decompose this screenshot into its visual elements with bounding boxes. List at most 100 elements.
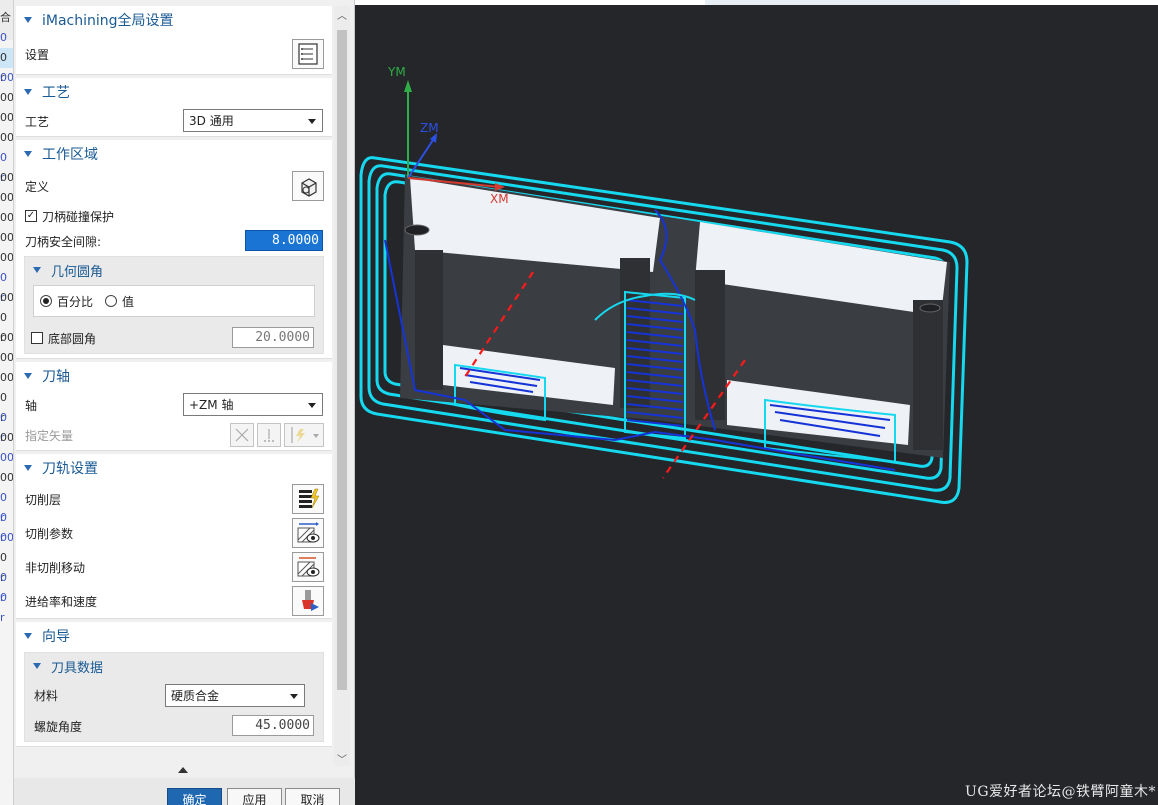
- subgroup-fillet: 几何圆角 百分比 值 底部圆角 20.0000: [24, 256, 324, 354]
- vector-reverse-button[interactable]: [257, 423, 281, 447]
- navigator-row[interactable]: 0 r: [0, 488, 13, 524]
- collapse-dialog-icon[interactable]: [177, 765, 189, 775]
- dialog-panel: iMachining全局设置 设置 工艺 工艺 3D 通用 工作区域 定义 ✓ …: [14, 6, 334, 766]
- vector-dialog-button[interactable]: [230, 423, 254, 447]
- navigator-row[interactable]: 0 r: [0, 388, 13, 424]
- navigator-row[interactable]: 0: [0, 28, 13, 48]
- process-select[interactable]: 3D 通用: [183, 109, 323, 132]
- navigator-row[interactable]: 00: [0, 348, 13, 368]
- section-toolpath-settings: 刀轨设置 切削层 切削参数 非切削移动 进给率和速度: [16, 454, 332, 619]
- section-header-work-area[interactable]: 工作区域: [16, 140, 332, 168]
- section-title-work-area: 工作区域: [42, 147, 98, 163]
- settings-label: 设置: [25, 47, 50, 62]
- navigator-row[interactable]: 00: [0, 188, 13, 208]
- scroll-down-icon[interactable]: ﹀: [334, 750, 350, 766]
- navigator-row[interactable]: 0 r: [0, 408, 13, 444]
- navigator-row[interactable]: 0 r: [0, 308, 13, 344]
- lightning-vector-icon: [291, 427, 319, 443]
- navigator-row[interactable]: 00: [0, 208, 13, 228]
- material-select[interactable]: 硬质合金: [165, 684, 305, 707]
- axis-select[interactable]: +ZM 轴: [183, 393, 323, 416]
- cut-params-button[interactable]: [292, 518, 324, 548]
- navigator-row[interactable]: 00: [0, 368, 13, 388]
- collapse-triangle-icon: [24, 465, 32, 471]
- navigator-row[interactable]: 00: [0, 288, 13, 308]
- navigator-row[interactable]: 0 r: [0, 268, 13, 304]
- graphics-viewport[interactable]: YM ZM XM UG爱好者论坛@铁臂阿童木*: [355, 0, 1158, 805]
- section-global-settings: iMachining全局设置 设置: [16, 6, 332, 75]
- cut-params-label: 切削参数: [25, 526, 74, 541]
- navigator-row[interactable]: 0 r: [0, 568, 13, 604]
- navigator-row[interactable]: 0 r: [0, 588, 13, 624]
- axis-select-value: +ZM 轴: [189, 398, 234, 412]
- navigator-row[interactable]: 0 r: [0, 548, 13, 584]
- radio-value-label: 值: [122, 294, 135, 309]
- section-header-wizard[interactable]: 向导: [16, 622, 332, 650]
- scroll-up-icon[interactable]: ︿: [334, 6, 350, 22]
- section-header-process[interactable]: 工艺: [16, 78, 332, 106]
- section-title-process: 工艺: [42, 85, 70, 101]
- radio-unselected-icon: [105, 295, 118, 307]
- cut-levels-button[interactable]: [292, 484, 324, 514]
- define-area-button[interactable]: [292, 171, 324, 201]
- navigator-row[interactable]: 0 r: [0, 48, 13, 84]
- material-select-value: 硬质合金: [171, 689, 220, 703]
- section-header-global[interactable]: iMachining全局设置: [16, 6, 332, 34]
- settings-list-icon: [298, 43, 318, 65]
- holder-collision-checkbox[interactable]: ✓: [25, 210, 37, 222]
- reverse-direction-icon: [264, 429, 274, 442]
- section-title-tool-axis: 刀轴: [42, 369, 70, 385]
- axis-label-x: XM: [490, 192, 509, 206]
- ok-button[interactable]: 确定: [167, 788, 222, 805]
- section-header-tool-axis[interactable]: 刀轴: [16, 362, 332, 390]
- dialog-scrollbar[interactable]: ︿ ﹀: [334, 6, 350, 766]
- navigator-row[interactable]: 00: [0, 108, 13, 128]
- navigator-row[interactable]: 00: [0, 88, 13, 108]
- process-select-value: 3D 通用: [189, 114, 234, 128]
- radio-percent[interactable]: 百分比: [40, 293, 93, 310]
- helix-angle-input[interactable]: 45.0000: [232, 715, 314, 736]
- apply-button[interactable]: 应用: [227, 788, 282, 805]
- subgroup-header-tool-data[interactable]: 刀具数据: [25, 653, 323, 679]
- chevron-down-icon: [290, 694, 298, 699]
- navigator-row[interactable]: 00: [0, 68, 13, 88]
- collapse-triangle-icon: [33, 663, 41, 669]
- axis-label-z: ZM: [420, 121, 439, 135]
- navigator-row[interactable]: 00: [0, 128, 13, 148]
- navigator-row[interactable]: 00: [0, 168, 13, 188]
- navigator-row[interactable]: 合: [0, 8, 13, 28]
- navigator-row[interactable]: 00: [0, 248, 13, 268]
- define-label: 定义: [25, 179, 50, 194]
- subgroup-header-fillet[interactable]: 几何圆角: [25, 257, 323, 283]
- cancel-button[interactable]: 取消: [285, 788, 340, 805]
- non-cut-moves-eye-icon: [297, 557, 320, 577]
- navigator-row[interactable]: 00: [0, 328, 13, 348]
- bottom-fillet-input[interactable]: 20.0000: [232, 327, 314, 348]
- section-header-toolpath[interactable]: 刀轨设置: [16, 454, 332, 482]
- scrollbar-thumb[interactable]: [337, 30, 347, 690]
- holder-clearance-input[interactable]: 8.0000: [245, 230, 323, 251]
- feeds-speeds-button[interactable]: [292, 586, 324, 616]
- fillet-mode-radio-group: 百分比 值: [33, 285, 315, 317]
- cut-levels-label: 切削层: [25, 492, 62, 507]
- navigator-row[interactable]: 00: [0, 448, 13, 468]
- settings-button[interactable]: [292, 39, 324, 69]
- non-cut-moves-button[interactable]: [292, 552, 324, 582]
- collapse-triangle-icon: [24, 17, 32, 23]
- navigator-row[interactable]: 00: [0, 468, 13, 488]
- navigator-row[interactable]: 00: [0, 228, 13, 248]
- collapse-triangle-icon: [24, 151, 32, 157]
- navigator-row[interactable]: 00: [0, 428, 13, 448]
- vector-arrows-icon: [235, 428, 249, 442]
- chevron-down-icon: [308, 119, 316, 124]
- vector-inference-select[interactable]: [284, 423, 324, 447]
- section-title-wizard: 向导: [42, 629, 70, 645]
- radio-value[interactable]: 值: [105, 293, 134, 310]
- chevron-down-icon: [308, 403, 316, 408]
- navigator-row[interactable]: 0 r: [0, 508, 13, 544]
- navigator-row[interactable]: 00: [0, 528, 13, 548]
- navigator-row[interactable]: 0 r: [0, 148, 13, 184]
- bottom-fillet-checkbox[interactable]: [31, 332, 43, 344]
- toolpath-scene: YM ZM XM: [359, 65, 969, 504]
- cube-icon: [301, 178, 317, 197]
